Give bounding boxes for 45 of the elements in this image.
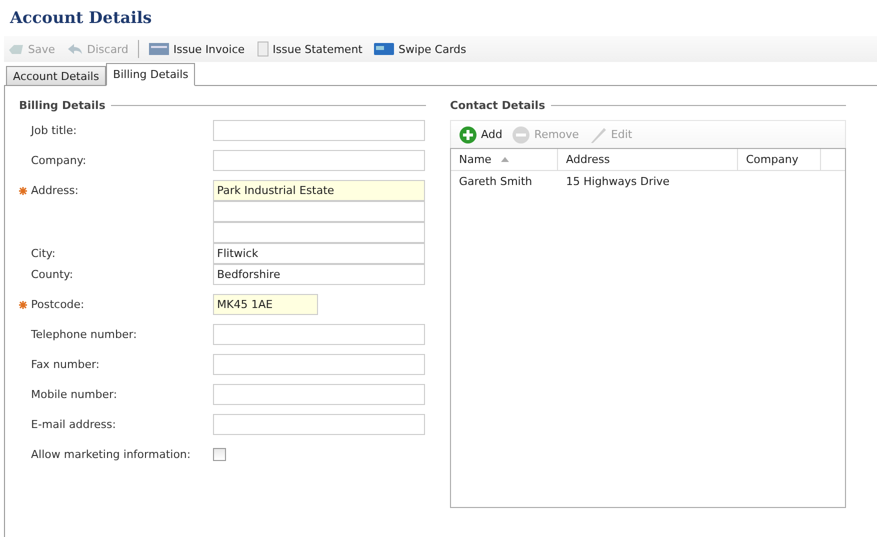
tab[interactable]: Account Details (6, 66, 106, 85)
toolbar-button[interactable]: Swipe Cards (372, 40, 468, 58)
undo-arrow-icon (67, 42, 84, 56)
input-field[interactable]: MK45 1AE (213, 294, 318, 315)
field-label: Postcode: (31, 298, 84, 311)
field-label: Telephone number: (31, 328, 137, 341)
input-field[interactable] (213, 324, 425, 345)
plus-icon (459, 126, 477, 144)
input-field[interactable] (213, 354, 425, 375)
table-cell: Gareth Smith (459, 174, 532, 188)
column-header[interactable]: Name (451, 149, 558, 170)
field-label: Fax number: (31, 358, 100, 371)
input-field[interactable] (213, 150, 425, 171)
column-header[interactable]: Address (558, 149, 738, 170)
input-field[interactable] (213, 222, 425, 243)
page-title: Account Details (8, 8, 153, 29)
field-label: Company: (31, 154, 86, 167)
pencil-icon (588, 126, 607, 144)
column-header[interactable]: Company (738, 149, 821, 170)
field-label: Mobile number: (31, 388, 118, 401)
checkbox[interactable] (213, 448, 226, 461)
card-icon (374, 42, 394, 56)
section-title: Contact Details (450, 98, 546, 112)
field-label: Allow marketing information: (31, 448, 191, 461)
input-field[interactable]: Park Industrial Estate (213, 180, 425, 201)
field-label: E-mail address: (31, 418, 116, 431)
table-cell: 15 Highways Drive (566, 174, 670, 188)
field-label: Job title: (31, 124, 77, 137)
input-field[interactable]: Flitwick (213, 243, 425, 264)
toolbar-button[interactable]: Add (457, 124, 504, 146)
page-icon (256, 41, 269, 57)
field-label: Address: (31, 184, 79, 197)
input-field[interactable]: Bedforshire (213, 264, 425, 285)
document-icon (149, 42, 170, 56)
section-title: Billing Details (19, 98, 106, 112)
minus-icon (512, 126, 530, 144)
input-field[interactable] (213, 201, 425, 222)
input-field[interactable] (213, 384, 425, 405)
field-label: County: (31, 268, 74, 281)
toolbar-button[interactable]: Issue Statement (254, 39, 364, 59)
input-field[interactable] (213, 414, 425, 435)
field-label: City: (31, 247, 56, 260)
toolbar-button[interactable]: Issue Invoice (147, 40, 247, 58)
input-field[interactable] (213, 120, 425, 141)
tab[interactable]: Billing Details (106, 63, 196, 86)
